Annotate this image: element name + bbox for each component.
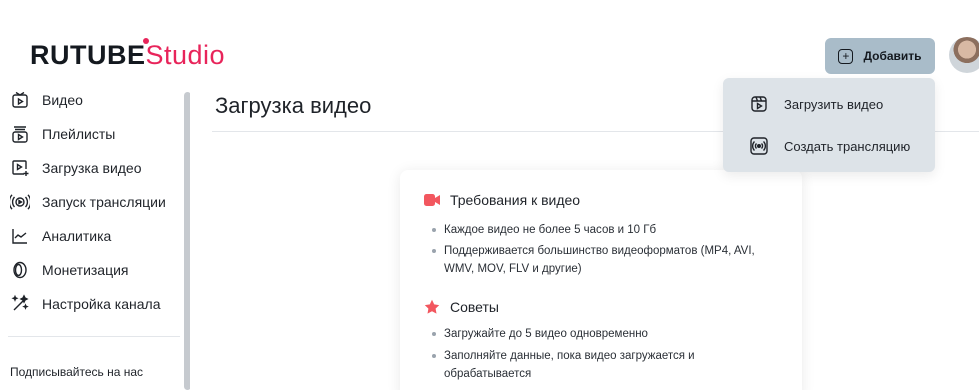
add-button-label: Добавить bbox=[863, 49, 922, 63]
menu-item-label: Создать трансляцию bbox=[784, 138, 911, 154]
star-icon bbox=[424, 299, 440, 314]
rutube-studio-logo[interactable]: RUTUBE Studio bbox=[30, 38, 226, 71]
sidebar-item-video[interactable]: Видео bbox=[0, 83, 180, 117]
list-item: Каждое видео не более 5 часов и 10 Гб bbox=[430, 221, 770, 239]
sidebar-item-broadcast[interactable]: Запуск трансляции bbox=[0, 185, 180, 219]
tips-heading: Советы bbox=[424, 299, 499, 315]
page-title: Загрузка видео bbox=[215, 93, 372, 118]
sidebar-item-label: Аналитика bbox=[42, 228, 112, 244]
camera-icon bbox=[424, 194, 440, 206]
requirements-title: Требования к видео bbox=[450, 192, 581, 208]
list-item: Загружайте до 5 видео одновременно bbox=[430, 325, 770, 343]
logo-brand: RUTUBE bbox=[30, 40, 146, 70]
broadcast-icon bbox=[10, 194, 30, 210]
list-item: Заполняйте данные, пока видео загружаетс… bbox=[430, 347, 770, 383]
logo-dot bbox=[142, 38, 149, 44]
add-button[interactable]: + Добавить bbox=[825, 38, 935, 74]
sidebar-item-label: Запуск трансляции bbox=[42, 194, 166, 210]
sidebar-item-label: Загрузка видео bbox=[42, 160, 142, 176]
upload-video-icon bbox=[751, 96, 767, 112]
avatar[interactable] bbox=[949, 37, 979, 73]
top-header: RUTUBE Studio + Добавить bbox=[0, 0, 979, 82]
logo-studio-text: Studio bbox=[145, 40, 226, 70]
tips-title: Советы bbox=[450, 299, 499, 315]
sidebar-item-label: Монетизация bbox=[42, 262, 129, 278]
sidebar-item-label: Видео bbox=[42, 92, 83, 108]
sidebar-item-label: Настройка канала bbox=[42, 296, 161, 312]
channel-settings-icon bbox=[11, 294, 29, 311]
logo-studio: Studio bbox=[142, 38, 226, 70]
playlist-icon bbox=[12, 126, 28, 143]
sidebar-item-upload[interactable]: Загрузка видео bbox=[0, 151, 180, 185]
broadcast-icon bbox=[750, 137, 768, 155]
sidebar-item-playlists[interactable]: Плейлисты bbox=[0, 117, 180, 151]
sidebar-item-analytics[interactable]: Аналитика bbox=[0, 219, 180, 253]
sidebar: Видео Плейлисты Загрузка видео Запуск тр… bbox=[0, 82, 191, 390]
requirements-heading: Требования к видео bbox=[424, 192, 580, 208]
follow-us-label: Подписывайтесь на нас bbox=[10, 365, 144, 379]
sidebar-item-channel-settings[interactable]: Настройка канала bbox=[0, 287, 180, 321]
menu-item-upload-video[interactable]: Загрузить видео bbox=[723, 84, 935, 124]
monetization-icon bbox=[13, 261, 27, 279]
menu-item-label: Загрузить видео bbox=[784, 96, 884, 112]
analytics-icon bbox=[12, 229, 27, 244]
upload-info-card: Требования к видео Каждое видео не более… bbox=[400, 170, 802, 390]
menu-item-create-broadcast[interactable]: Создать трансляцию bbox=[723, 126, 935, 166]
sidebar-item-monetization[interactable]: Монетизация bbox=[0, 253, 180, 287]
list-item: Поддерживается большинство видеоформатов… bbox=[430, 242, 770, 278]
upload-video-icon bbox=[12, 160, 29, 176]
sidebar-divider bbox=[8, 336, 180, 337]
add-dropdown-menu: Загрузить видео Создать трансляцию bbox=[723, 78, 935, 172]
plus-square-icon: + bbox=[838, 48, 854, 64]
sidebar-item-label: Плейлисты bbox=[42, 126, 116, 142]
video-icon bbox=[12, 91, 28, 108]
